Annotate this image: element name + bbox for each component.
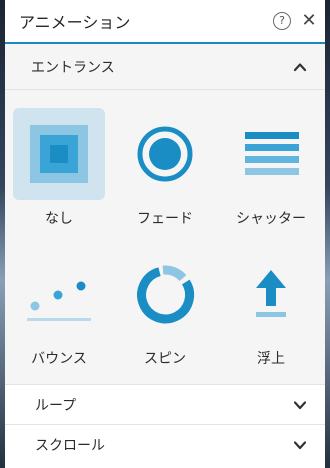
entrance-section-header[interactable]: エントランス [5,44,325,90]
effect-spin-label: スピン [144,351,186,367]
effect-shutter-label: シャッター [236,211,306,227]
float-up-arrow-icon [256,270,286,317]
bounce-dots-icon [27,281,91,321]
scroll-section-header[interactable]: スクロール [5,424,325,464]
close-icon[interactable]: ✕ [301,12,317,30]
entrance-section-label: エントランス [31,59,115,76]
effect-fade-tile[interactable] [119,108,211,200]
effect-shutter-tile[interactable] [225,108,317,200]
effect-none-tile[interactable] [13,108,105,200]
effect-none-label: なし [45,211,73,227]
chevron-down-icon[interactable] [293,438,307,452]
spin-arc-icon [137,265,195,324]
panel-title: アニメーション [19,13,131,32]
effect-float-label: 浮上 [257,351,285,367]
entrance-effects-grid: なし フェード シャッター バウンス スピン 浮上 [5,90,325,384]
effect-bounce-tile[interactable] [13,248,105,340]
loop-section-label: ループ [35,397,77,414]
animation-panel: アニメーション ? ✕ エントランス なし フェード シャッター バウンス スピ… [5,0,325,468]
shutter-lines-icon [245,132,299,175]
effect-spin-tile[interactable] [119,248,211,340]
effect-bounce-label: バウンス [31,351,87,367]
chevron-down-icon[interactable] [293,398,307,412]
scroll-section-label: スクロール [35,437,105,454]
help-icon[interactable]: ? [273,12,291,30]
fade-circle-icon [137,126,193,182]
effect-float-tile[interactable] [225,248,317,340]
effect-fade-label: フェード [137,211,193,227]
none-square-icon [30,125,88,183]
panel-header: アニメーション ? ✕ [5,0,325,44]
chevron-up-icon[interactable] [293,60,307,74]
loop-section-header[interactable]: ループ [5,384,325,424]
